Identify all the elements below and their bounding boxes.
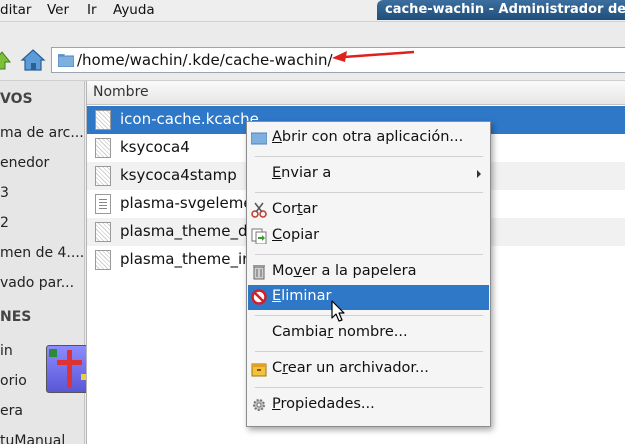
file-name: plasma_theme_def [120,222,262,240]
menu-separator [255,387,483,388]
menu-rename[interactable]: Cambiar nombre... [248,321,489,346]
copy-icon [251,228,267,244]
file-name: icon-cache.kcache [120,110,259,128]
menu-open-with[interactable]: Abrir con otra aplicación... [248,126,489,151]
gear-icon [253,399,265,411]
file-name: ksycoca4 [120,138,190,156]
sidebar-item[interactable]: enedor [0,155,49,171]
menu-create-archive[interactable]: Crear un archivador... [248,357,489,382]
menu-label: Enviar a [272,165,332,181]
trash-icon [253,265,265,280]
menu-properties[interactable]: Propiedades... [248,393,489,418]
menu-move-to-trash[interactable]: Mover a la papelera [248,260,489,285]
home-icon[interactable] [20,48,46,72]
cache-file-icon [95,110,111,130]
sidebar-item[interactable]: orio [0,373,27,389]
sidebar-item[interactable]: 2 [0,215,9,231]
menu-send-to[interactable]: Enviar a [248,162,489,187]
menu-separator [255,192,483,193]
cache-file-icon [95,222,111,242]
scissors-icon [251,202,267,218]
delete-icon [251,289,267,305]
cache-file-icon [95,138,111,158]
file-name: plasma-svgelemen [120,194,263,212]
column-header-nombre[interactable]: Nombre [87,81,625,105]
menu-label: Copiar [272,227,320,243]
file-name: ksycoca4stamp [120,166,237,184]
folder-icon [58,54,74,67]
menu-cut[interactable]: Cortar [248,198,489,223]
toolbar: /home/wachin/.kde/cache-wachin/ [0,22,625,81]
text-file-icon [95,194,111,214]
sidebar-item[interactable]: in [0,343,13,359]
menubar: ditar Ver Ir Ayuda cache-wachin - Admini… [0,0,625,22]
sidebar-item[interactable]: era [0,403,23,419]
sidebar-item[interactable]: vado par... [0,275,74,291]
submenu-arrow-icon [477,170,481,178]
archive-icon [251,363,267,377]
context-menu: Abrir con otra aplicación... Enviar a Co… [246,121,491,427]
cache-file-icon [95,166,111,186]
sidebar-item[interactable]: men de 4.... [0,245,84,261]
menu-label: Cambiar nombre... [272,324,408,340]
cache-file-icon [95,250,111,270]
sidebar-heading-ubicaciones: NES [0,309,32,325]
menu-ver[interactable]: Ver [47,2,69,18]
file-name: plasma_theme_int [120,250,258,268]
menu-ayuda[interactable]: Ayuda [113,2,155,18]
location-path[interactable]: /home/wachin/.kde/cache-wachin/ [77,51,333,69]
menu-label: Cortar [272,201,318,217]
menu-editar[interactable]: ditar [0,2,31,18]
menu-label: Mover a la papelera [272,263,417,279]
sidebar-heading-dispositivos: VOS [0,91,33,107]
menu-separator [255,254,483,255]
sidebar-item[interactable]: ma de arc... [0,125,84,141]
sidebar-item[interactable]: 3 [0,185,9,201]
menu-separator [255,351,483,352]
menu-label: Propiedades... [272,396,375,412]
mouse-pointer-icon [331,300,345,322]
menu-separator [255,315,483,316]
up-arrow-icon[interactable] [0,50,12,70]
menu-ir[interactable]: Ir [87,2,97,18]
menu-copy[interactable]: Copiar [248,224,489,249]
sidebar-item[interactable]: tuManual [0,433,65,444]
menu-label: Abrir con otra aplicación... [272,129,464,145]
annotation-arrow [332,50,415,62]
window-title: cache-wachin - Administrador de [377,0,625,20]
menu-label: Eliminar [272,288,332,304]
menu-label: Crear un archivador... [272,360,429,376]
menu-delete[interactable]: Eliminar [248,285,489,310]
menu-separator [255,156,483,157]
folder-open-icon [251,132,267,145]
column-header-label: Nombre [93,84,149,100]
